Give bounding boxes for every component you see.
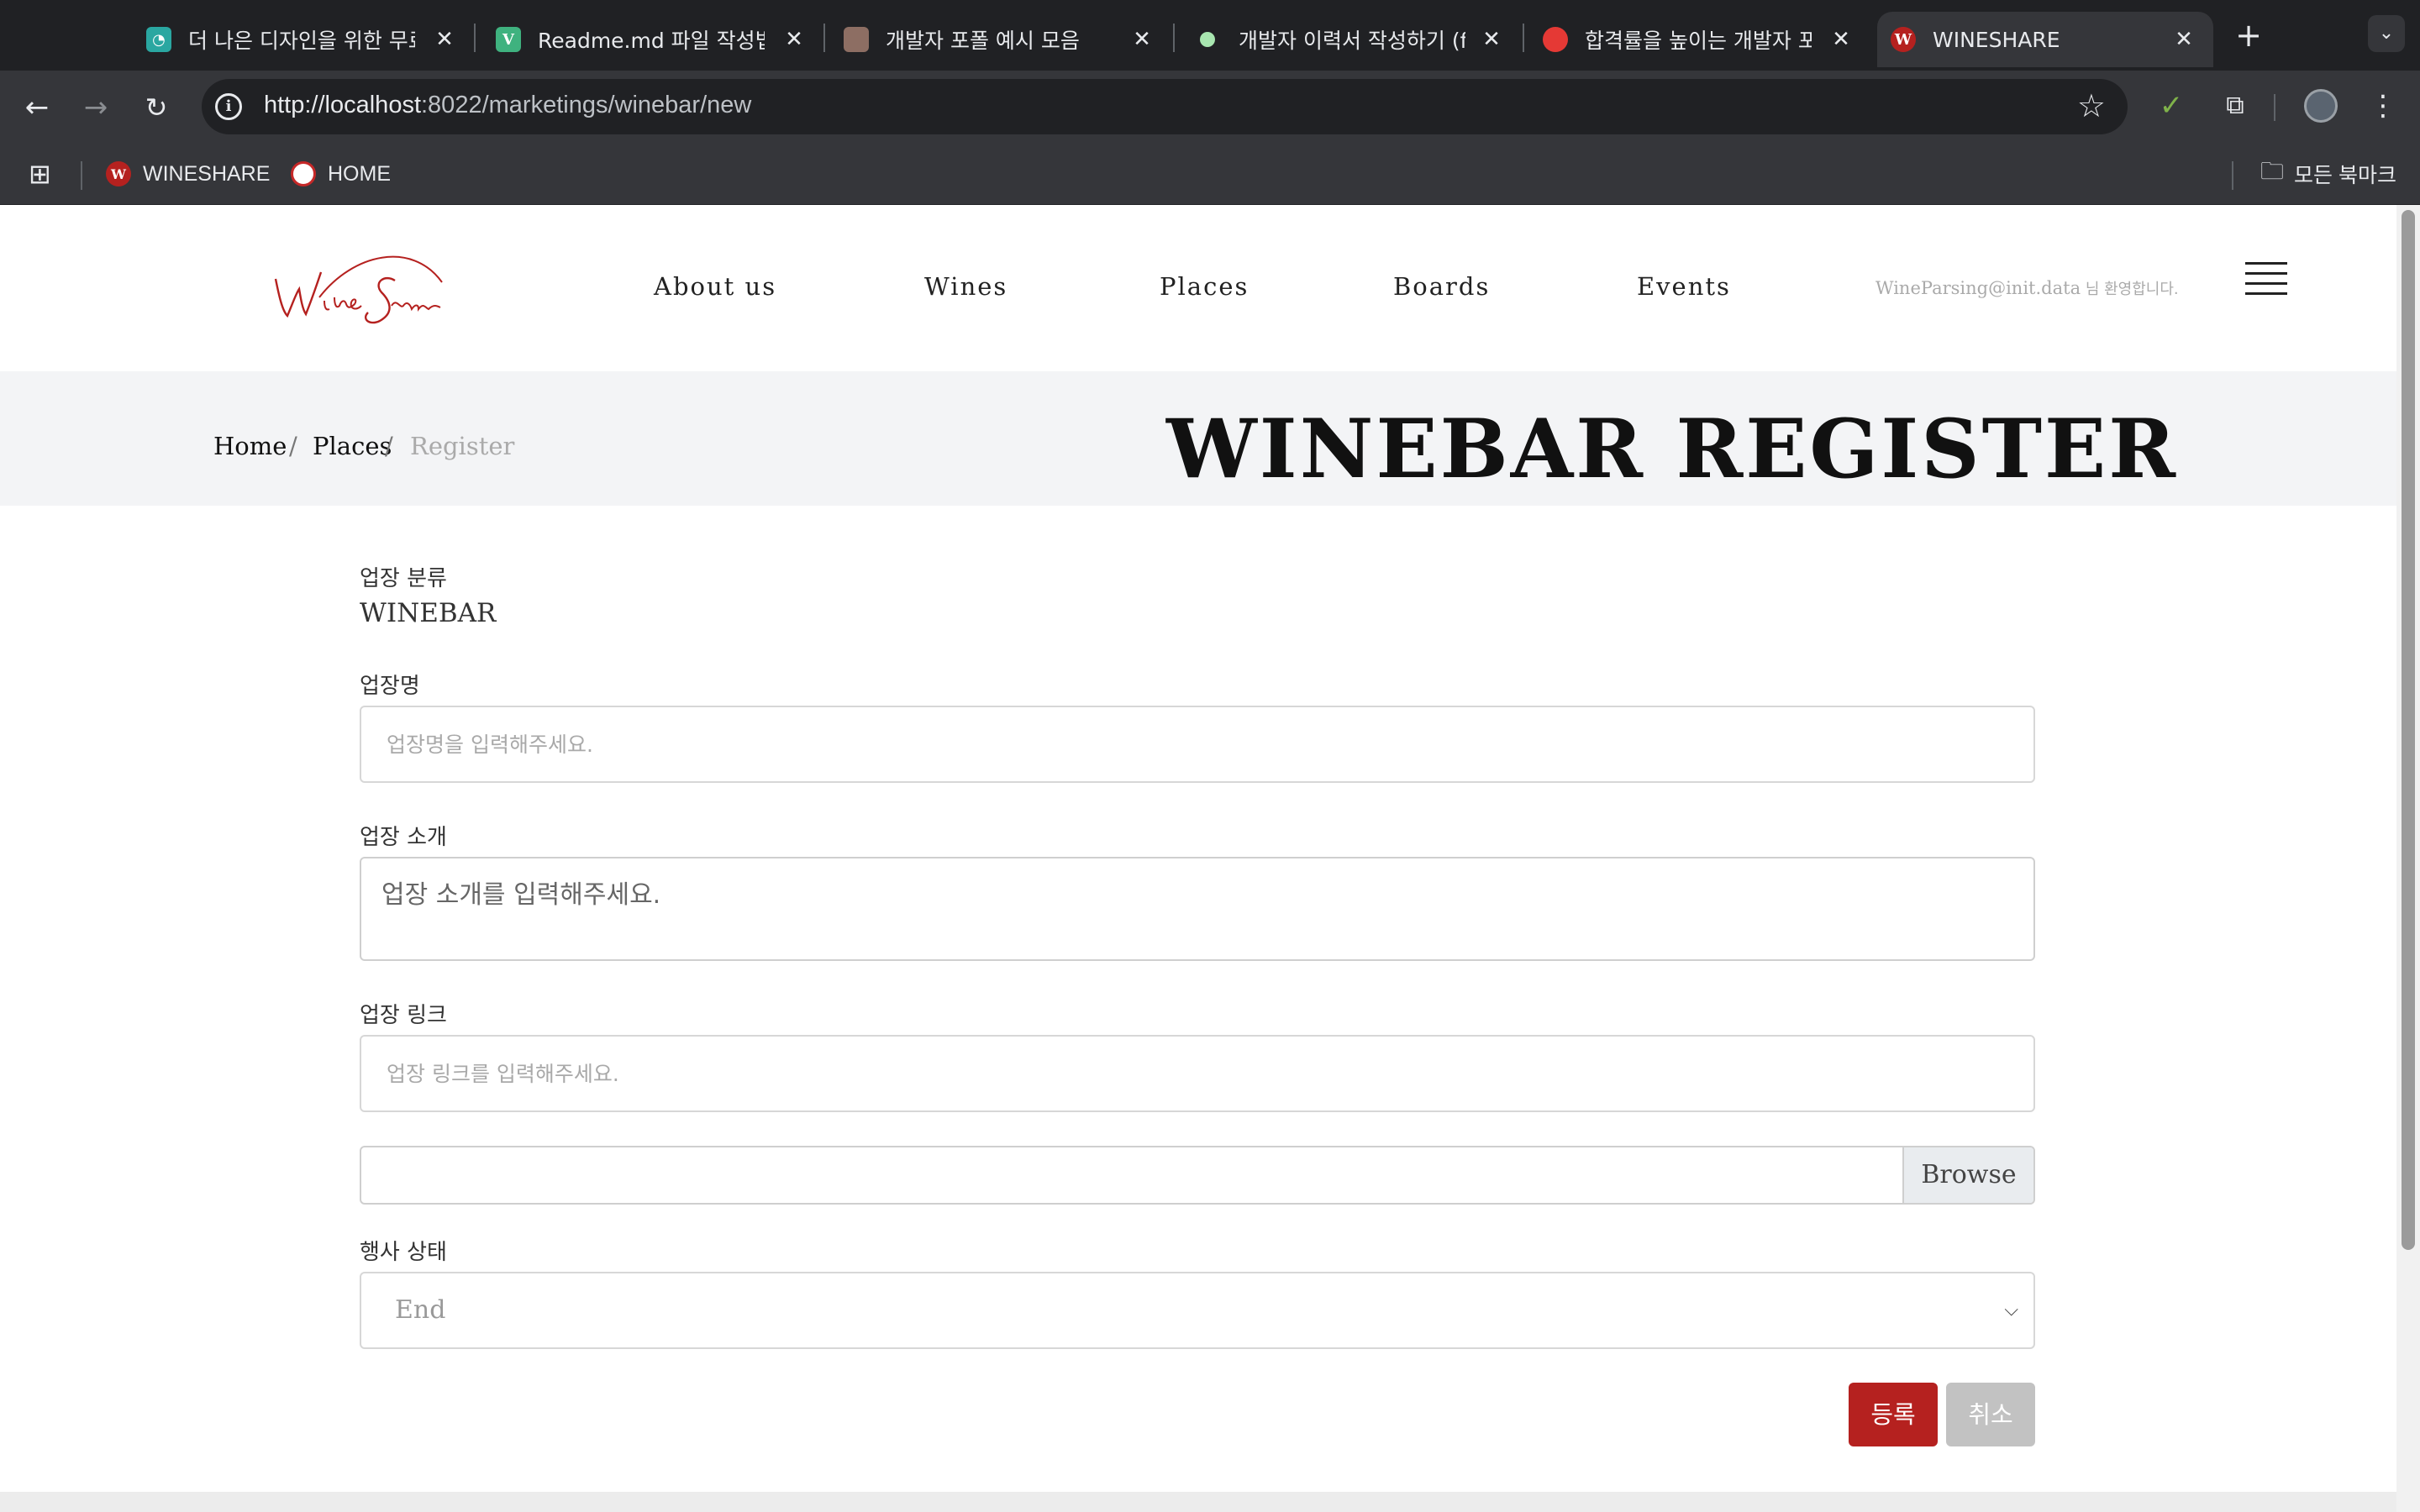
intro-textarea[interactable] [360, 857, 2035, 961]
category-value: WINEBAR [360, 598, 497, 628]
reload-icon[interactable]: ↻ [138, 89, 175, 126]
back-arrow-icon[interactable]: ← [18, 89, 55, 126]
nav-events[interactable]: Events [1637, 272, 1731, 301]
folder-icon: 🗀 [2260, 158, 2285, 184]
extensions-puzzle-icon[interactable]: ⧉ [2217, 87, 2254, 124]
browser-tab-active[interactable]: W WINESHARE ✕ [1877, 12, 2213, 67]
wineshare-logo[interactable] [269, 245, 445, 329]
welcome-suffix: 님 환영합니다. [2081, 281, 2179, 298]
all-bookmarks-folder[interactable]: 🗀 모든 북마크 [2260, 158, 2396, 190]
breadcrumb-current: Register [410, 432, 515, 460]
browse-button[interactable]: Browse [1902, 1147, 2033, 1203]
tab-divider [1523, 24, 1524, 52]
site-info-icon[interactable]: i [215, 93, 242, 120]
tab-favicon-icon: V [496, 27, 521, 52]
nav-wines[interactable]: Wines [924, 272, 1007, 301]
new-tab-plus-icon[interactable]: + [2232, 15, 2265, 57]
tab-title: 개발자 이력서 작성하기 (feat [1239, 29, 1465, 53]
tab-close-icon[interactable]: ✕ [2171, 27, 2196, 52]
extension-check-icon[interactable]: ✓ [2156, 87, 2186, 124]
all-bookmarks-label: 모든 북마크 [2294, 164, 2396, 187]
status-select[interactable]: End ⌵ [360, 1272, 2035, 1349]
breadcrumb-separator: / [289, 432, 297, 460]
tab-close-icon[interactable]: ✕ [432, 27, 457, 52]
wineshare-logo-icon [274, 255, 443, 324]
bookmark-star-icon[interactable]: ☆ [2077, 87, 2106, 124]
page-hero: Home / Places / Register WINEBAR REGISTE… [0, 371, 2396, 506]
browser-toolbar: ← → ↻ i http://localhost:8022/marketings… [0, 71, 2420, 143]
tab-divider [823, 24, 825, 52]
welcome-user: WineParsing@init.data [1876, 278, 2081, 298]
bookmark-wineshare[interactable]: W WINESHARE [106, 158, 270, 190]
page-viewport: About us Wines Places Boards Events Wine… [0, 205, 2396, 1512]
bookmark-favicon-icon: W [106, 161, 131, 186]
avatar [2304, 89, 2338, 123]
tab-close-icon[interactable]: ✕ [1828, 27, 1854, 52]
tab-title: WINESHARE [1933, 27, 2060, 52]
name-input[interactable] [360, 706, 2035, 783]
browser-tab[interactable]: 개발자 포폴 예시 모음 ✕ [844, 12, 1155, 67]
file-upload-input[interactable]: Browse [360, 1146, 2035, 1205]
tab-title: 합격률을 높이는 개발자 포트 [1585, 29, 1812, 53]
browser-tab[interactable]: 개발자 이력서 작성하기 (feat ✕ [1197, 12, 1504, 67]
tab-title: 개발자 포폴 예시 모음 [886, 29, 1080, 53]
tab-favicon-icon: ◔ [146, 27, 171, 52]
link-input[interactable] [360, 1035, 2035, 1112]
profile-avatar-icon[interactable] [2304, 87, 2341, 124]
tab-divider [1173, 24, 1175, 52]
tab-close-icon[interactable]: ✕ [1129, 27, 1155, 52]
submit-button[interactable]: 등록 [1849, 1383, 1938, 1446]
browser-tab[interactable]: V Readme.md 파일 작성법 ✕ [496, 12, 807, 67]
apps-grid-icon[interactable]: ⊞ [29, 158, 51, 190]
browser-menu-kebab-icon[interactable]: ⋮ [2368, 87, 2398, 124]
address-url[interactable]: http://localhost:8022/marketings/winebar… [264, 92, 751, 119]
page-title: WINEBAR REGISTER [1165, 402, 2178, 496]
bookmark-label: HOME [328, 161, 391, 186]
tab-close-icon[interactable]: ✕ [781, 27, 807, 52]
tab-favicon-icon [1200, 32, 1215, 47]
tab-favicon-icon [844, 27, 869, 52]
bookmark-divider [81, 161, 82, 190]
status-label: 행사 상태 [360, 1240, 447, 1265]
welcome-message: WineParsing@init.data 님 환영합니다. [1876, 277, 2179, 299]
breadcrumb-places[interactable]: Places [313, 432, 392, 460]
tab-title: 더 나은 디자인을 위한 무료 템 [188, 29, 415, 53]
toolbar-divider [2274, 94, 2275, 121]
name-label: 업장명 [360, 674, 420, 699]
scrollbar-thumb[interactable] [2402, 210, 2415, 1250]
intro-label: 업장 소개 [360, 825, 447, 850]
nav-places[interactable]: Places [1160, 272, 1249, 301]
cancel-button[interactable]: 취소 [1946, 1383, 2035, 1446]
url-host: http://localhost [264, 92, 421, 118]
baseball-favicon-icon [291, 161, 316, 186]
footer-edge [0, 1492, 2396, 1512]
nav-about-us[interactable]: About us [654, 272, 776, 301]
breadcrumb-separator: / [385, 432, 393, 460]
tab-divider [474, 24, 476, 52]
forward-arrow-icon[interactable]: → [77, 89, 114, 126]
chevron-down-icon: ⌵ [2004, 1299, 2018, 1320]
browser-tab[interactable]: 합격률을 높이는 개발자 포트 ✕ [1543, 12, 1854, 67]
hamburger-menu-icon[interactable] [2245, 262, 2287, 296]
tab-close-icon[interactable]: ✕ [1479, 27, 1504, 52]
tab-favicon-icon [1543, 27, 1568, 52]
nav-boards[interactable]: Boards [1393, 272, 1490, 301]
tab-favicon-icon: W [1891, 27, 1916, 52]
address-bar[interactable]: i http://localhost:8022/marketings/wineb… [202, 79, 2128, 134]
tab-title: Readme.md 파일 작성법 [538, 29, 765, 53]
tab-search-chevron-icon[interactable]: ⌄ [2368, 15, 2405, 52]
url-path: :8022/marketings/winebar/new [421, 92, 752, 118]
browser-tab[interactable]: ◔ 더 나은 디자인을 위한 무료 템 ✕ [146, 12, 457, 67]
breadcrumb-home[interactable]: Home [213, 432, 287, 460]
browser-tab-bar: ◔ 더 나은 디자인을 위한 무료 템 ✕ V Readme.md 파일 작성법… [0, 0, 2420, 71]
link-label: 업장 링크 [360, 1003, 447, 1028]
site-header: About us Wines Places Boards Events Wine… [0, 205, 2396, 371]
bookmark-divider [2232, 161, 2233, 190]
category-label: 업장 분류 [360, 566, 447, 591]
page-scrollbar[interactable] [2396, 205, 2420, 1512]
bookmark-home[interactable]: HOME [291, 158, 391, 190]
bookmarks-bar: ⊞ W WINESHARE HOME 🗀 모든 북마크 [0, 143, 2420, 205]
bookmark-label: WINESHARE [143, 161, 271, 186]
status-selected-value: End [395, 1295, 446, 1325]
